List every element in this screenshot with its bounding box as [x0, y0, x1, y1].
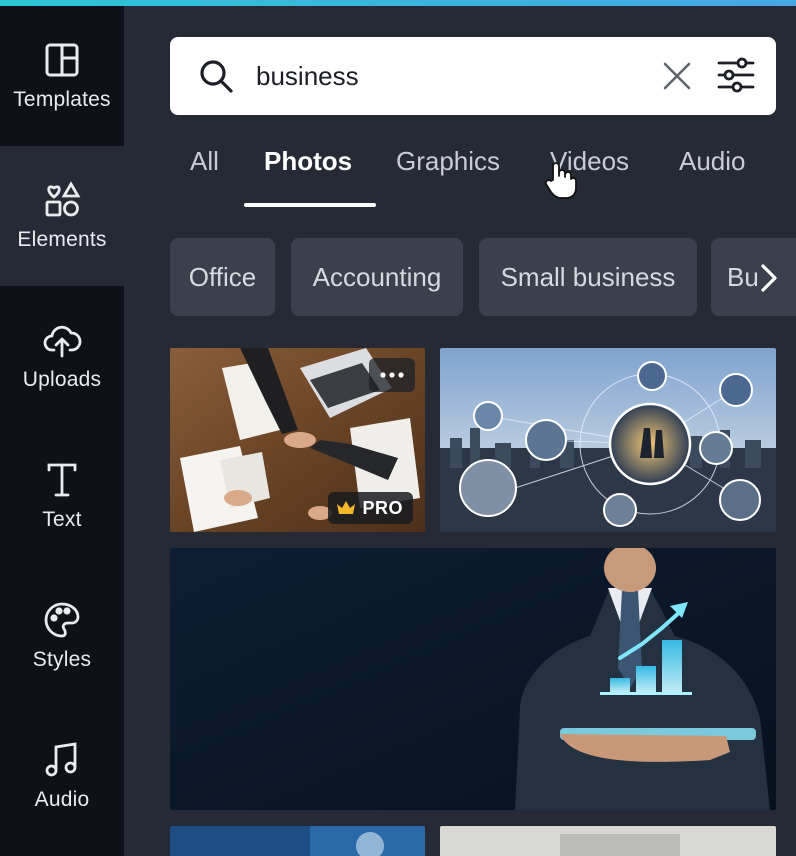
- palette-icon: [44, 602, 80, 638]
- photo-partial-2-image: [440, 826, 776, 856]
- sidebar-item-label: Elements: [17, 228, 107, 251]
- photo-businessman-image: [170, 548, 776, 810]
- sidebar-item-label: Styles: [32, 648, 92, 671]
- photo-partial-1-image: [170, 826, 425, 856]
- music-note-icon: [45, 742, 77, 777]
- text-t-icon: [47, 463, 77, 497]
- crown-icon: [337, 501, 356, 514]
- pro-badge: PRO: [328, 492, 413, 524]
- sidebar-item-styles[interactable]: Styles: [0, 566, 124, 706]
- sidebar: Templates Elements Uploads Text Styles A…: [0, 6, 124, 856]
- active-tab-indicator: [244, 203, 376, 207]
- tab-photos[interactable]: Photos: [264, 146, 352, 196]
- filter-sliders-icon[interactable]: [715, 54, 757, 96]
- pro-badge-label: PRO: [362, 497, 403, 518]
- media-tabs: All Photos Graphics Videos Audio: [124, 146, 796, 210]
- tab-audio[interactable]: Audio: [679, 146, 746, 196]
- cloud-upload-icon: [43, 325, 82, 358]
- elements-panel: All Photos Graphics Videos Audio Office …: [124, 6, 796, 856]
- sidebar-item-label: Uploads: [22, 368, 102, 391]
- sidebar-item-text[interactable]: Text: [0, 426, 124, 566]
- photo-city-network-image: [440, 348, 776, 532]
- sidebar-item-label: Audio: [34, 788, 90, 811]
- chip-small-business[interactable]: Small business: [479, 238, 697, 316]
- photo-result-handshake[interactable]: PRO: [170, 348, 425, 532]
- tab-all[interactable]: All: [190, 146, 219, 196]
- layout-template-icon: [45, 43, 79, 77]
- search-icon: [200, 60, 233, 93]
- sidebar-item-elements[interactable]: Elements: [0, 146, 124, 286]
- more-options-button[interactable]: [369, 358, 415, 392]
- sidebar-item-templates[interactable]: Templates: [0, 6, 124, 146]
- more-dots-icon: [380, 372, 404, 378]
- shapes-icon: [45, 181, 81, 217]
- chevron-right-icon[interactable]: [754, 258, 784, 298]
- chip-accounting[interactable]: Accounting: [291, 238, 463, 316]
- photo-result-partial-2[interactable]: [440, 826, 776, 856]
- photo-result-businessman-growth[interactable]: [170, 548, 776, 810]
- hand-cursor-icon: [544, 162, 577, 199]
- sidebar-item-label: Text: [42, 508, 82, 531]
- search-bar: [170, 37, 776, 115]
- sidebar-item-uploads[interactable]: Uploads: [0, 286, 124, 426]
- close-icon[interactable]: [658, 57, 696, 95]
- search-input[interactable]: [256, 55, 636, 97]
- keyword-chips: Office Accounting Small business Bu: [170, 238, 796, 318]
- tab-graphics[interactable]: Graphics: [396, 146, 500, 196]
- photo-result-city-network[interactable]: [440, 348, 776, 532]
- sidebar-item-label: Templates: [13, 88, 111, 111]
- chip-office[interactable]: Office: [170, 238, 275, 316]
- sidebar-item-audio[interactable]: Audio: [0, 706, 124, 846]
- photo-result-partial-1[interactable]: [170, 826, 425, 856]
